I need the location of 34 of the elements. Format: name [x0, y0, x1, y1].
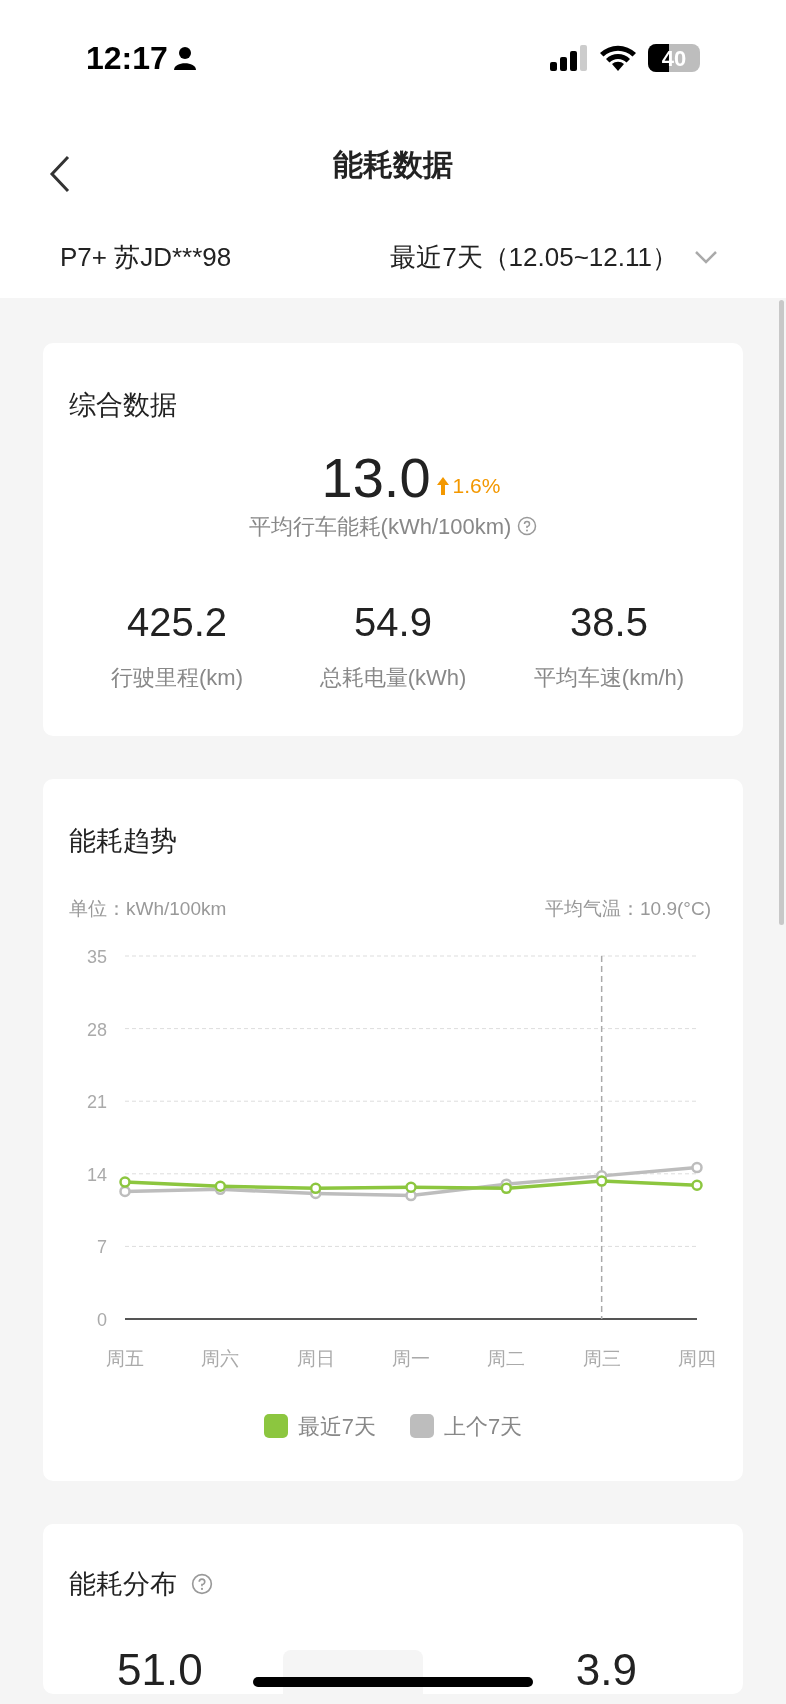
distribution-value: 51.0	[117, 1646, 203, 1694]
y-axis-label: 0	[97, 1309, 107, 1330]
distribution-value: 3.9	[575, 1646, 637, 1694]
stat-value: 54.9	[354, 598, 432, 645]
y-axis-label: 35	[86, 946, 107, 967]
x-axis-label: 周四	[678, 1347, 716, 1369]
stat-label: 行驶里程(km)	[111, 663, 243, 692]
x-axis-label: 周三	[582, 1347, 621, 1369]
x-axis-label: 周六	[201, 1347, 240, 1369]
unit-label: 单位：kWh/100km	[69, 897, 227, 921]
y-axis-label: 21	[86, 1091, 107, 1112]
x-axis-label: 周五	[106, 1347, 144, 1369]
stat-label: 平均车速(km/h)	[533, 663, 685, 692]
card-title: 能耗趋势	[69, 824, 178, 858]
stat-label: 总耗电量(kWh)	[319, 663, 467, 692]
status-time: 12:17	[86, 39, 168, 78]
y-axis-label: 7	[97, 1236, 107, 1257]
card-title: 综合数据	[69, 389, 178, 422]
stat-value: 38.5	[570, 598, 648, 645]
average-consumption-value: 13.0	[321, 447, 431, 508]
page-title: 能耗数据	[333, 146, 453, 183]
x-axis-label: 周日	[296, 1347, 335, 1369]
y-axis-label: 14	[86, 1164, 107, 1185]
card-title: 能耗分布	[69, 1567, 177, 1601]
change-percentage: 1.6%	[452, 473, 501, 499]
temperature-label: 平均气温：10.9(°C)	[545, 897, 711, 921]
x-axis-label: 周一	[392, 1347, 430, 1369]
average-consumption-label: 平均行车能耗(kWh/100km)	[248, 512, 512, 541]
vehicle-name: P7+ 苏JD***98	[60, 240, 232, 274]
legend-label: 最近7天	[297, 1412, 376, 1441]
y-axis-label: 28	[86, 1019, 107, 1040]
stat-value: 425.2	[126, 598, 228, 645]
legend-label: 上个7天	[444, 1412, 523, 1441]
x-axis-label: 周二	[487, 1347, 526, 1369]
